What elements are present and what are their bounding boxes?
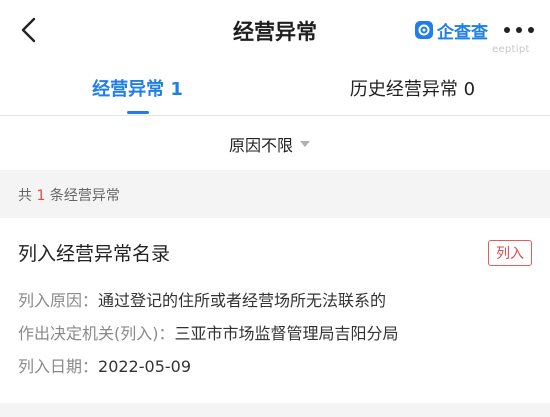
status-badge: 列入 [488, 240, 532, 266]
abnormal-record-card[interactable]: 列入经营异常名录 列入 列入原因：通过登记的住所或者经营场所无法联系的 作出决定… [0, 218, 550, 403]
result-summary: 共 1 条经营异常 [0, 170, 550, 218]
caret-down-icon [300, 141, 311, 147]
filter-label: 原因不限 [229, 136, 294, 155]
top-nav-bar: 经营异常 企查查 eeptipt [0, 0, 550, 60]
summary-count: 1 [36, 188, 46, 204]
field-value: 2022-05-09 [98, 357, 191, 376]
brand-logo: 企查查 [415, 19, 488, 43]
field-value: 三亚市市场监督管理局吉阳分局 [174, 324, 399, 343]
tab-label: 历史经营异常 0 [349, 79, 476, 100]
more-options-button[interactable] [504, 18, 534, 42]
chevron-left-icon [21, 17, 36, 43]
tab-bar: 经营异常 1 历史经营异常 0 [0, 60, 550, 116]
summary-prefix: 共 [18, 188, 32, 204]
summary-text: 共 1 条经营异常 [18, 185, 120, 205]
more-dot-icon [504, 27, 510, 33]
more-dot-icon [528, 27, 534, 33]
field-label: 列入原因： [18, 291, 99, 310]
brand-name: 企查查 [437, 22, 488, 43]
tab-label: 经营异常 1 [92, 79, 183, 100]
brand-mark-icon [415, 21, 433, 39]
back-button[interactable] [14, 14, 46, 46]
field-value: 通过登记的住所或者经营场所无法联系的 [98, 291, 387, 310]
bottom-divider [0, 403, 550, 417]
field-label: 作出决定机关(列入)： [18, 324, 175, 343]
field-label: 列入日期： [18, 357, 99, 376]
record-field-authority: 作出决定机关(列入)：三亚市市场监督管理局吉阳分局 [18, 320, 399, 344]
summary-suffix: 条经营异常 [49, 188, 120, 204]
record-field-reason: 列入原因：通过登记的住所或者经营场所无法联系的 [18, 287, 386, 311]
tab-business-abnormal[interactable]: 经营异常 1 [0, 60, 275, 116]
tab-history-business-abnormal[interactable]: 历史经营异常 0 [275, 60, 550, 116]
record-field-date: 列入日期：2022-05-09 [18, 353, 191, 377]
filter-bar: 原因不限 [0, 116, 550, 170]
record-title: 列入经营异常名录 [18, 243, 171, 265]
reason-filter-dropdown[interactable]: 原因不限 [229, 133, 311, 155]
active-tab-indicator [127, 111, 149, 114]
more-dot-icon [516, 27, 522, 33]
watermark: eeptipt [492, 44, 530, 55]
